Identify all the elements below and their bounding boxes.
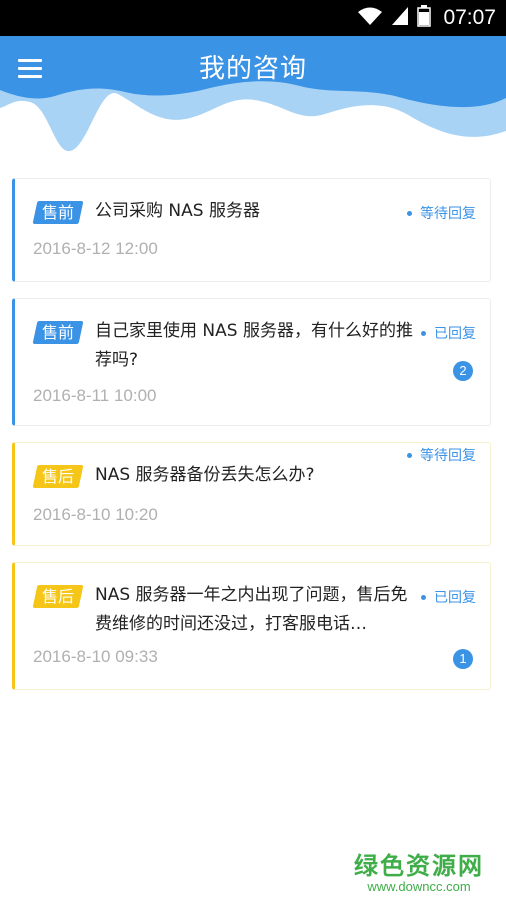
watermark: 绿色资源网 www.downcc.com bbox=[354, 846, 484, 894]
battery-icon bbox=[417, 5, 432, 31]
status-dot-icon bbox=[421, 330, 426, 336]
consultation-date: 2016-8-10 10:20 bbox=[33, 505, 158, 524]
consultation-date: 2016-8-12 12:00 bbox=[33, 239, 158, 258]
consultation-card[interactable]: 售后 NAS 服务器一年之内出现了问题，售后免费维修的时间还没过，打客服电话… … bbox=[12, 562, 491, 690]
reply-status: 已回复 bbox=[421, 587, 476, 607]
consultation-date: 2016-8-11 10:00 bbox=[33, 386, 157, 405]
reply-status: 等待回复 bbox=[407, 445, 476, 465]
consultation-date: 2016-8-10 09:33 bbox=[33, 647, 158, 666]
tag-after-sale: 售后 bbox=[32, 465, 84, 488]
unread-count-badge: 1 bbox=[453, 649, 473, 669]
consultation-title: NAS 服务器备份丢失怎么办? bbox=[95, 465, 315, 485]
consultation-card[interactable]: 售前 公司采购 NAS 服务器 等待回复 2016-8-12 12:00 bbox=[12, 178, 491, 282]
tag-pre-sale: 售前 bbox=[32, 321, 84, 344]
consultation-card[interactable]: 售前 自己家里使用 NAS 服务器，有什么好的推荐吗? 已回复 2 2016-8… bbox=[12, 298, 491, 426]
consultation-list: 售前 公司采购 NAS 服务器 等待回复 2016-8-12 12:00 售前 … bbox=[12, 178, 491, 706]
reply-status: 已回复 bbox=[421, 323, 476, 343]
consultation-title: NAS 服务器一年之内出现了问题，售后免费维修的时间还没过，打客服电话… bbox=[95, 585, 408, 634]
page-title: 我的咨询 bbox=[198, 54, 307, 84]
unread-count-badge: 2 bbox=[453, 361, 473, 381]
consultation-title: 公司采购 NAS 服务器 bbox=[95, 201, 260, 221]
watermark-name: 绿色资源网 bbox=[354, 852, 484, 880]
tag-pre-sale: 售前 bbox=[32, 201, 84, 224]
status-dot-icon bbox=[421, 594, 426, 600]
consultation-card[interactable]: 售后 NAS 服务器备份丢失怎么办? 等待回复 2016-8-10 10:20 bbox=[12, 442, 491, 546]
consultation-title: 自己家里使用 NAS 服务器，有什么好的推荐吗? bbox=[95, 321, 413, 370]
tag-after-sale: 售后 bbox=[32, 585, 84, 608]
reply-status: 等待回复 bbox=[407, 203, 476, 223]
status-dot-icon bbox=[407, 452, 412, 458]
status-dot-icon bbox=[407, 210, 412, 216]
watermark-url: www.downcc.com bbox=[367, 879, 471, 894]
signal-icon bbox=[391, 6, 409, 30]
status-time: 07:07 bbox=[443, 6, 496, 29]
status-icons: 07:07 bbox=[357, 0, 496, 36]
app-header: 我的咨询 bbox=[0, 36, 506, 166]
status-bar: 07:07 bbox=[0, 0, 506, 36]
wifi-icon bbox=[357, 6, 383, 30]
